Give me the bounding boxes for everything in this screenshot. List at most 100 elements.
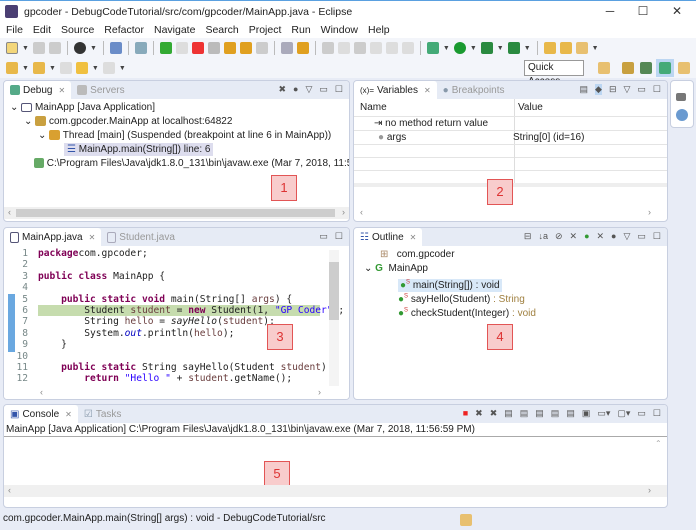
menu-project[interactable]: Project — [249, 22, 282, 38]
coverage-icon[interactable] — [480, 42, 493, 54]
show-type-names-icon[interactable]: ▤ — [580, 84, 589, 95]
close-tab-icon[interactable]: ✕ — [65, 410, 72, 419]
menu-help[interactable]: Help — [368, 22, 390, 38]
close-tab-icon[interactable]: ✕ — [410, 233, 417, 242]
open-type-icon[interactable] — [543, 42, 556, 54]
tool-icon[interactable] — [353, 42, 366, 54]
column-value[interactable]: Value — [518, 99, 543, 117]
forward-icon[interactable] — [102, 62, 115, 74]
variable-row[interactable]: ● args String[0] (id=16) — [354, 131, 667, 145]
code-line[interactable]: 11 public static String sayHello(Student… — [4, 362, 338, 373]
outline-item-package[interactable]: ⊞ com.gpcoder — [354, 248, 667, 262]
save-all-icon[interactable] — [48, 42, 61, 54]
code-line[interactable]: 1 packagecom.gpcoder; — [4, 248, 330, 259]
code-line[interactable]: 12 return "Hello " + student.getName(); — [4, 373, 330, 384]
console-icon[interactable] — [109, 42, 122, 54]
tab-breakpoints[interactable]: ● Breakpoints — [437, 81, 511, 99]
remove-launch-icon[interactable]: ✖ — [475, 408, 483, 419]
hide-non-public-icon[interactable]: ● — [584, 231, 589, 242]
show-stdout-icon[interactable]: ▤ — [551, 408, 560, 419]
tool-icon[interactable] — [369, 42, 382, 54]
outline-item-method[interactable]: ●S main(String[]) : void — [354, 276, 667, 293]
tool-icon[interactable] — [337, 42, 350, 54]
last-edit-icon[interactable] — [59, 62, 72, 74]
run-icon[interactable] — [453, 42, 466, 54]
focus-icon[interactable]: ● — [611, 231, 616, 242]
menu-edit[interactable]: Edit — [33, 22, 51, 38]
status-icon[interactable] — [460, 514, 472, 526]
previous-annotation-icon[interactable] — [32, 62, 45, 74]
minimize-view-icon[interactable]: ▭ — [637, 84, 646, 95]
quick-access-input[interactable]: Quick Access — [524, 60, 584, 87]
hide-static-icon[interactable]: ✕ — [570, 231, 578, 242]
tab-debug[interactable]: Debug ✕ — [4, 81, 72, 99]
code-line[interactable]: 3 public class MainApp { — [4, 271, 330, 282]
word-wrap-icon[interactable]: ▤ — [535, 408, 544, 419]
java-perspective-icon[interactable] — [640, 62, 652, 74]
close-tab-icon[interactable]: ✕ — [89, 233, 96, 242]
minimize-view-icon[interactable]: ▭ — [637, 408, 646, 419]
profile-icon[interactable] — [73, 42, 86, 54]
menu-refactor[interactable]: Refactor — [104, 22, 144, 38]
show-stderr-icon[interactable]: ▤ — [566, 408, 575, 419]
open-task-icon[interactable] — [559, 42, 572, 54]
minimize-view-icon[interactable]: ▭ — [637, 231, 646, 242]
skip-breakpoints-icon[interactable] — [134, 42, 147, 54]
menu-navigate[interactable]: Navigate — [154, 22, 195, 38]
show-whitespace-icon[interactable] — [401, 42, 414, 54]
perspective-icon[interactable] — [678, 62, 690, 74]
hide-local-types-icon[interactable]: ✕ — [597, 231, 605, 242]
suspend-icon[interactable] — [175, 42, 188, 54]
scroll-lock-icon[interactable]: ▤ — [520, 408, 529, 419]
disconnect-icon[interactable] — [207, 42, 220, 54]
column-name[interactable]: Name — [360, 102, 387, 113]
tree-item-process[interactable]: C:\Program Files\Java\jdk1.8.0_131\bin\j… — [4, 157, 349, 171]
external-tools-icon[interactable] — [507, 42, 520, 54]
menu-run[interactable]: Run — [291, 22, 310, 38]
tab-student-java[interactable]: Student.java — [101, 228, 181, 246]
maximize-view-icon[interactable]: ☐ — [653, 84, 661, 95]
collapse-all-icon[interactable]: ⊟ — [524, 231, 532, 242]
minimize-view-icon[interactable]: ▭ — [319, 231, 328, 242]
display-console-icon[interactable]: ▭▾ — [597, 408, 610, 419]
close-button[interactable]: ✕ — [662, 4, 692, 18]
view-menu-icon[interactable]: ▽ — [623, 84, 630, 95]
variable-row[interactable]: ⇥ no method return value — [354, 117, 667, 131]
tool-icon[interactable] — [385, 42, 398, 54]
tab-tasks[interactable]: ☑ Tasks — [78, 405, 128, 423]
show-logical-structure-icon[interactable]: ◆ — [595, 84, 602, 95]
step-over-icon[interactable] — [239, 42, 252, 54]
code-line[interactable]: 2 — [4, 259, 330, 270]
view-menu-icon[interactable]: ▽ — [623, 231, 630, 242]
hide-fields-icon[interactable]: ⊘ — [555, 231, 563, 242]
tab-mainapp-java[interactable]: MainApp.java ✕ — [4, 228, 102, 246]
collapse-all-icon[interactable]: ⊟ — [609, 84, 617, 95]
tree-item-stack-frame[interactable]: ☰ MainApp.main(String[]) line: 6 — [4, 143, 349, 157]
java-ee-perspective-icon[interactable] — [622, 62, 634, 74]
menu-file[interactable]: File — [6, 22, 23, 38]
debug-perspective-button[interactable] — [656, 59, 674, 77]
tab-console[interactable]: ▣ Console ✕ — [4, 405, 78, 423]
help-icon[interactable] — [676, 109, 688, 121]
outline-item-method[interactable]: ●S checkStudent(Integer) : void — [354, 304, 667, 319]
clear-console-icon[interactable]: ▤ — [504, 408, 513, 419]
use-step-filters-icon[interactable] — [296, 42, 309, 54]
close-tab-icon[interactable]: ✕ — [424, 86, 431, 95]
remove-launches-icon[interactable]: ✖ — [279, 84, 287, 95]
open-perspective-icon[interactable] — [598, 62, 610, 74]
close-tab-icon[interactable]: ✕ — [58, 86, 65, 95]
code-line[interactable]: 6 Student student = new Student(1, "GP C… — [4, 304, 344, 317]
horizontal-scrollbar[interactable]: ‹ › — [354, 207, 667, 219]
remove-all-icon[interactable]: ✖ — [490, 408, 498, 419]
minimize-button[interactable]: ─ — [595, 4, 625, 18]
maximize-view-icon[interactable]: ☐ — [335, 84, 343, 95]
pin-console-icon[interactable]: ▣ — [582, 408, 591, 419]
save-icon[interactable] — [32, 42, 45, 54]
maximize-button[interactable]: ☐ — [628, 4, 658, 18]
step-into-icon[interactable] — [223, 42, 236, 54]
tab-servers[interactable]: Servers — [71, 81, 130, 99]
new-icon[interactable] — [6, 42, 18, 54]
horizontal-scrollbar[interactable]: ‹ › — [4, 387, 349, 399]
code-line[interactable]: 4 — [4, 282, 330, 293]
maximize-view-icon[interactable]: ☐ — [335, 231, 343, 242]
